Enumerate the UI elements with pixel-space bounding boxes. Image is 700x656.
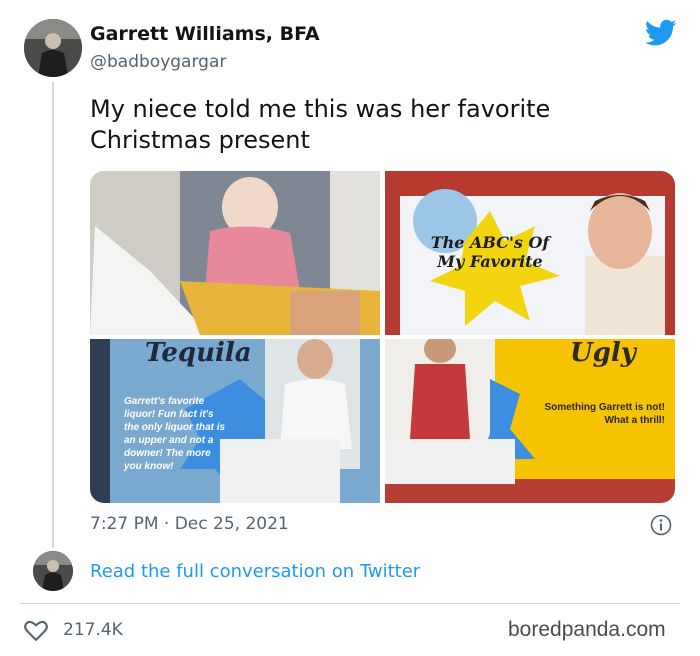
watermark: boredpanda.com bbox=[508, 618, 666, 641]
page-caption-tequila: Garrett's favorite liquor! Fun fact it's… bbox=[124, 396, 226, 472]
page-caption-ugly: Something Garrett is not! What a thrill! bbox=[544, 402, 665, 426]
author-handle[interactable]: @badboygargar bbox=[90, 52, 226, 72]
conversation-avatar[interactable] bbox=[33, 551, 73, 591]
like-count: 217.4K bbox=[63, 620, 123, 640]
page-word-ugly: Ugly bbox=[570, 339, 636, 368]
twitter-bird-icon[interactable] bbox=[644, 19, 677, 47]
photo-baby-with-book[interactable] bbox=[90, 171, 380, 335]
author-avatar[interactable] bbox=[24, 19, 82, 77]
tweet-text: My niece told me this was her favorite C… bbox=[90, 95, 551, 154]
info-icon[interactable] bbox=[650, 514, 672, 536]
thread-line bbox=[52, 82, 54, 548]
author-display-name[interactable]: Garrett Williams, BFA bbox=[90, 23, 320, 45]
heart-icon[interactable] bbox=[22, 616, 50, 644]
photo-tequila-page[interactable]: Tequila Garrett's favorite liquor! Fun f… bbox=[90, 339, 380, 503]
media-grid: The ABC's Of My Favorite Tequila Garrett… bbox=[90, 171, 675, 503]
read-conversation-link[interactable]: Read the full conversation on Twitter bbox=[90, 561, 420, 582]
photo-book-cover[interactable]: The ABC's Of My Favorite bbox=[385, 171, 675, 335]
photo-ugly-page[interactable]: Ugly Something Garrett is not! What a th… bbox=[385, 339, 675, 503]
tweet-timestamp[interactable]: 7:27 PM · Dec 25, 2021 bbox=[90, 514, 289, 534]
page-word-tequila: Tequila bbox=[145, 339, 252, 368]
cover-title: The ABC's Of My Favorite bbox=[430, 233, 550, 271]
divider bbox=[20, 603, 680, 604]
